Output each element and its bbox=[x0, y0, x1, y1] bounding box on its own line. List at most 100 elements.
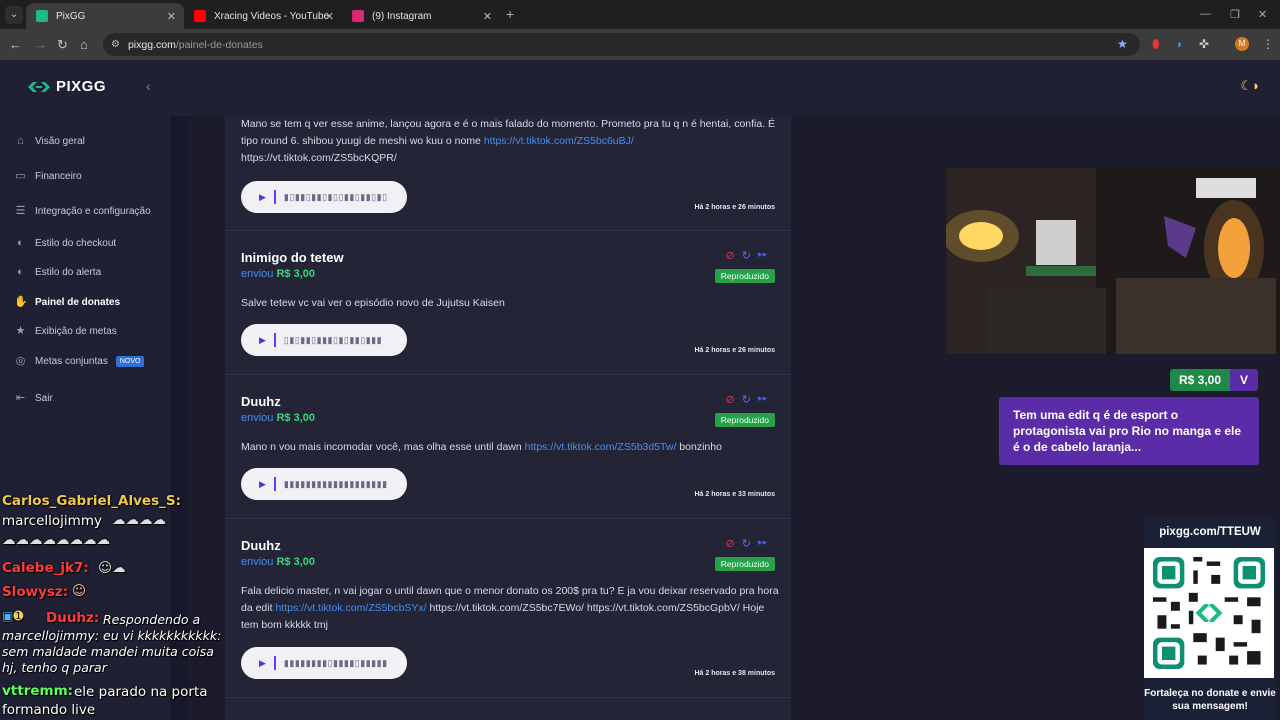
message-link[interactable]: https://vt.tiktok.com/ZS5bc6uBJ/ bbox=[484, 135, 634, 147]
donate-amount: R$ 3,00 bbox=[276, 556, 316, 568]
playhead[interactable] bbox=[273, 477, 276, 491]
home-icon[interactable]: ⌂ bbox=[80, 37, 88, 52]
qr-title: pixgg.com/TTEUW bbox=[1159, 526, 1261, 538]
donate-card: Duuhz enviou R$ 3,00 ⊘ ↻ ▸▸ Reproduzido Ma… bbox=[225, 375, 791, 519]
status-badge: Reproduzido bbox=[714, 557, 775, 571]
playhead[interactable] bbox=[273, 333, 276, 347]
tab-title: (9) Instagram bbox=[372, 10, 432, 22]
back-icon[interactable]: ← bbox=[9, 37, 22, 52]
sidebar-item-estilo-alerta[interactable]: ◐ Estilo do alerta bbox=[14, 266, 101, 279]
block-icon[interactable]: ⊘ bbox=[726, 537, 735, 550]
audio-waveform: ▮▮▮▮▮▮▮▮▯▮▮▮▮▯▮▮▮▮▮ bbox=[283, 657, 388, 668]
new-badge: NOVO bbox=[115, 356, 145, 367]
donates-feed[interactable]: Mano se tem q ver esse anime, lançou ago… bbox=[225, 116, 791, 720]
bookmark-star-icon[interactable]: ★ bbox=[1117, 37, 1128, 51]
maximize-icon[interactable]: ❐ bbox=[1230, 8, 1240, 21]
audio-player[interactable]: ▶ ▯▮▯▮▮▯▮▮▮▯▮▯▮▮▯▮▮▮ bbox=[241, 324, 407, 356]
pixgg-logo[interactable]: PIXGG bbox=[28, 78, 106, 95]
qr-caption: Fortaleça no donate e envie sua mensagem… bbox=[1144, 688, 1276, 712]
donate-message: Salve tetew vc vai ver o episódio novo d… bbox=[241, 297, 505, 309]
sidebar-item-integracao[interactable]: ☰ Integração e configuração bbox=[14, 205, 151, 218]
close-icon[interactable]: ✕ bbox=[483, 10, 492, 23]
target-icon: ◎ bbox=[15, 355, 26, 367]
audio-waveform: ▮▮▮▮▮▮▮▮▮▮▮▮▮▮▮▮▮▮▮ bbox=[283, 478, 388, 489]
status-badge: Reproduzido bbox=[714, 269, 775, 283]
site-info-icon[interactable]: ⚙ bbox=[111, 39, 120, 50]
home-icon: ⌂ bbox=[17, 135, 24, 147]
donate-card: Inimigo do tetew enviou R$ 3,00 ⊘ ↻ ▸▸ Rep… bbox=[225, 231, 791, 375]
wallet-icon: ▭ bbox=[15, 170, 26, 182]
audio-player[interactable]: ▶ ▮▮▮▮▮▮▮▮▮▮▮▮▮▮▮▮▮▮▮ bbox=[241, 468, 407, 500]
tab-youtube[interactable]: Xracing Videos - YouTube ✕ bbox=[184, 3, 342, 29]
browser-tab-bar: ⌄ PixGG ✕ Xracing Videos - YouTube ✕ (9)… bbox=[0, 0, 1280, 29]
message-link[interactable]: https://vt.tiktok.com/ZS5bcbSYx/ bbox=[275, 602, 426, 614]
qr-donate-box: pixgg.com/TTEUW Fortaleça no donate e en… bbox=[1144, 518, 1276, 720]
sidebar-item-exibicao-metas[interactable]: ★ Exibição de metas bbox=[14, 325, 117, 338]
donate-message: Fala delicio master, n vai jogar o until… bbox=[241, 585, 779, 631]
sidebar-item-label: Metas conjuntas bbox=[35, 356, 108, 367]
logout-icon: ⇤ bbox=[15, 392, 26, 404]
tab-instagram[interactable]: (9) Instagram ✕ bbox=[342, 3, 500, 29]
pixgg-favicon bbox=[36, 10, 48, 22]
donate-time: Há 2 horas e 26 minutos bbox=[694, 347, 775, 354]
donate-amount-line: enviou R$ 3,00 bbox=[241, 556, 316, 568]
block-icon[interactable]: ⊘ bbox=[726, 393, 735, 406]
new-tab-button[interactable]: + bbox=[506, 6, 514, 22]
donate-time: Há 2 horas e 26 minutos bbox=[694, 204, 775, 211]
top-bar: ☾◗ bbox=[170, 60, 1280, 116]
sidebar-item-visao-geral[interactable]: ⌂ Visão geral bbox=[14, 135, 85, 148]
forward-icon[interactable]: → bbox=[34, 37, 47, 52]
donate-card: Duuhz enviou R$ 3,00 ⊘ ↻ ▸▸ Reproduzido Fa… bbox=[225, 519, 791, 698]
play-icon[interactable]: ▶ bbox=[259, 479, 266, 490]
browser-menu-icon[interactable]: ⋮ bbox=[1262, 37, 1274, 51]
donate-actions: ⊘ ↻ ▸▸ bbox=[726, 249, 767, 262]
collapse-sidebar-icon[interactable]: ‹ bbox=[146, 78, 151, 94]
play-icon[interactable]: ▶ bbox=[259, 192, 266, 203]
theme-toggle-icon[interactable]: ☾◗ bbox=[1240, 78, 1260, 94]
replay-icon[interactable]: ↻ bbox=[742, 537, 751, 550]
donor-name: Inimigo do tetew bbox=[241, 250, 344, 265]
message-link[interactable]: https://vt.tiktok.com/ZS5b3d5Tw/ bbox=[525, 441, 677, 453]
tab-pixgg[interactable]: PixGG ✕ bbox=[26, 3, 184, 29]
tab-search-button[interactable]: ⌄ bbox=[5, 6, 23, 24]
replay-icon[interactable]: ↻ bbox=[742, 393, 751, 406]
block-icon[interactable]: ⊘ bbox=[726, 249, 735, 262]
profile-avatar[interactable]: M bbox=[1235, 37, 1249, 51]
youtube-favicon bbox=[194, 10, 206, 22]
close-icon[interactable]: ✕ bbox=[167, 10, 176, 23]
sidebar-item-painel-donates[interactable]: ✋ Painel de donates bbox=[14, 296, 120, 309]
sidebar-item-label: Visão geral bbox=[35, 136, 85, 147]
skip-icon[interactable]: ▸▸ bbox=[758, 537, 767, 550]
minimize-icon[interactable]: — bbox=[1200, 8, 1211, 20]
close-window-icon[interactable]: ✕ bbox=[1258, 8, 1267, 21]
sidebar-item-financeiro[interactable]: ▭ Financeiro bbox=[14, 170, 81, 183]
donate-time: Há 2 horas e 33 minutos bbox=[694, 491, 775, 498]
reload-icon[interactable]: ↻ bbox=[57, 37, 68, 53]
donate-amount-line: enviou R$ 3,00 bbox=[241, 412, 316, 424]
audio-player[interactable]: ▶ ▮▮▮▮▮▮▮▮▯▮▮▮▮▯▮▮▮▮▮ bbox=[241, 647, 407, 679]
sidebar-item-label: Estilo do checkout bbox=[35, 238, 117, 249]
play-icon[interactable]: ▶ bbox=[259, 335, 266, 346]
playhead[interactable] bbox=[273, 656, 276, 670]
sidebar-item-estilo-checkout[interactable]: ◐ Estilo do checkout bbox=[14, 237, 116, 250]
audio-player[interactable]: ▶ ▮▯▮▮▯▮▮▯▮▯▯▮▮▯▮▮▯▮▯ bbox=[241, 181, 407, 213]
replay-icon[interactable]: ↻ bbox=[742, 249, 751, 262]
chat-username: Carlos_Gabriel_Alves_S: bbox=[2, 493, 181, 509]
address-toolbar: ← → ↻ ⌂ ⚙ pixgg.com/painel-de-donates ★ … bbox=[0, 29, 1280, 60]
webcam-image bbox=[946, 168, 1280, 354]
extensions-puzzle-icon[interactable]: ✜ bbox=[1199, 37, 1209, 51]
qr-code bbox=[1144, 548, 1274, 678]
star-icon: ★ bbox=[15, 325, 26, 337]
skip-icon[interactable]: ▸▸ bbox=[758, 249, 767, 262]
sidebar-item-sair[interactable]: ⇤ Sair bbox=[14, 392, 53, 405]
sidebar-item-metas-conjuntas[interactable]: ◎ Metas conjuntas NOVO bbox=[14, 355, 145, 368]
sidebar-item-label: Estilo do alerta bbox=[35, 267, 102, 278]
palette-icon: ◐ bbox=[17, 237, 24, 249]
url-bar[interactable]: ⚙ pixgg.com/painel-de-donates bbox=[103, 33, 1140, 56]
extension-icon[interactable]: ◗ bbox=[1176, 37, 1183, 51]
skip-icon[interactable]: ▸▸ bbox=[758, 393, 767, 406]
close-icon[interactable]: ✕ bbox=[325, 10, 334, 23]
play-icon[interactable]: ▶ bbox=[259, 658, 266, 669]
playhead[interactable] bbox=[273, 190, 276, 204]
extension-icon[interactable]: ⬮ bbox=[1152, 37, 1160, 52]
